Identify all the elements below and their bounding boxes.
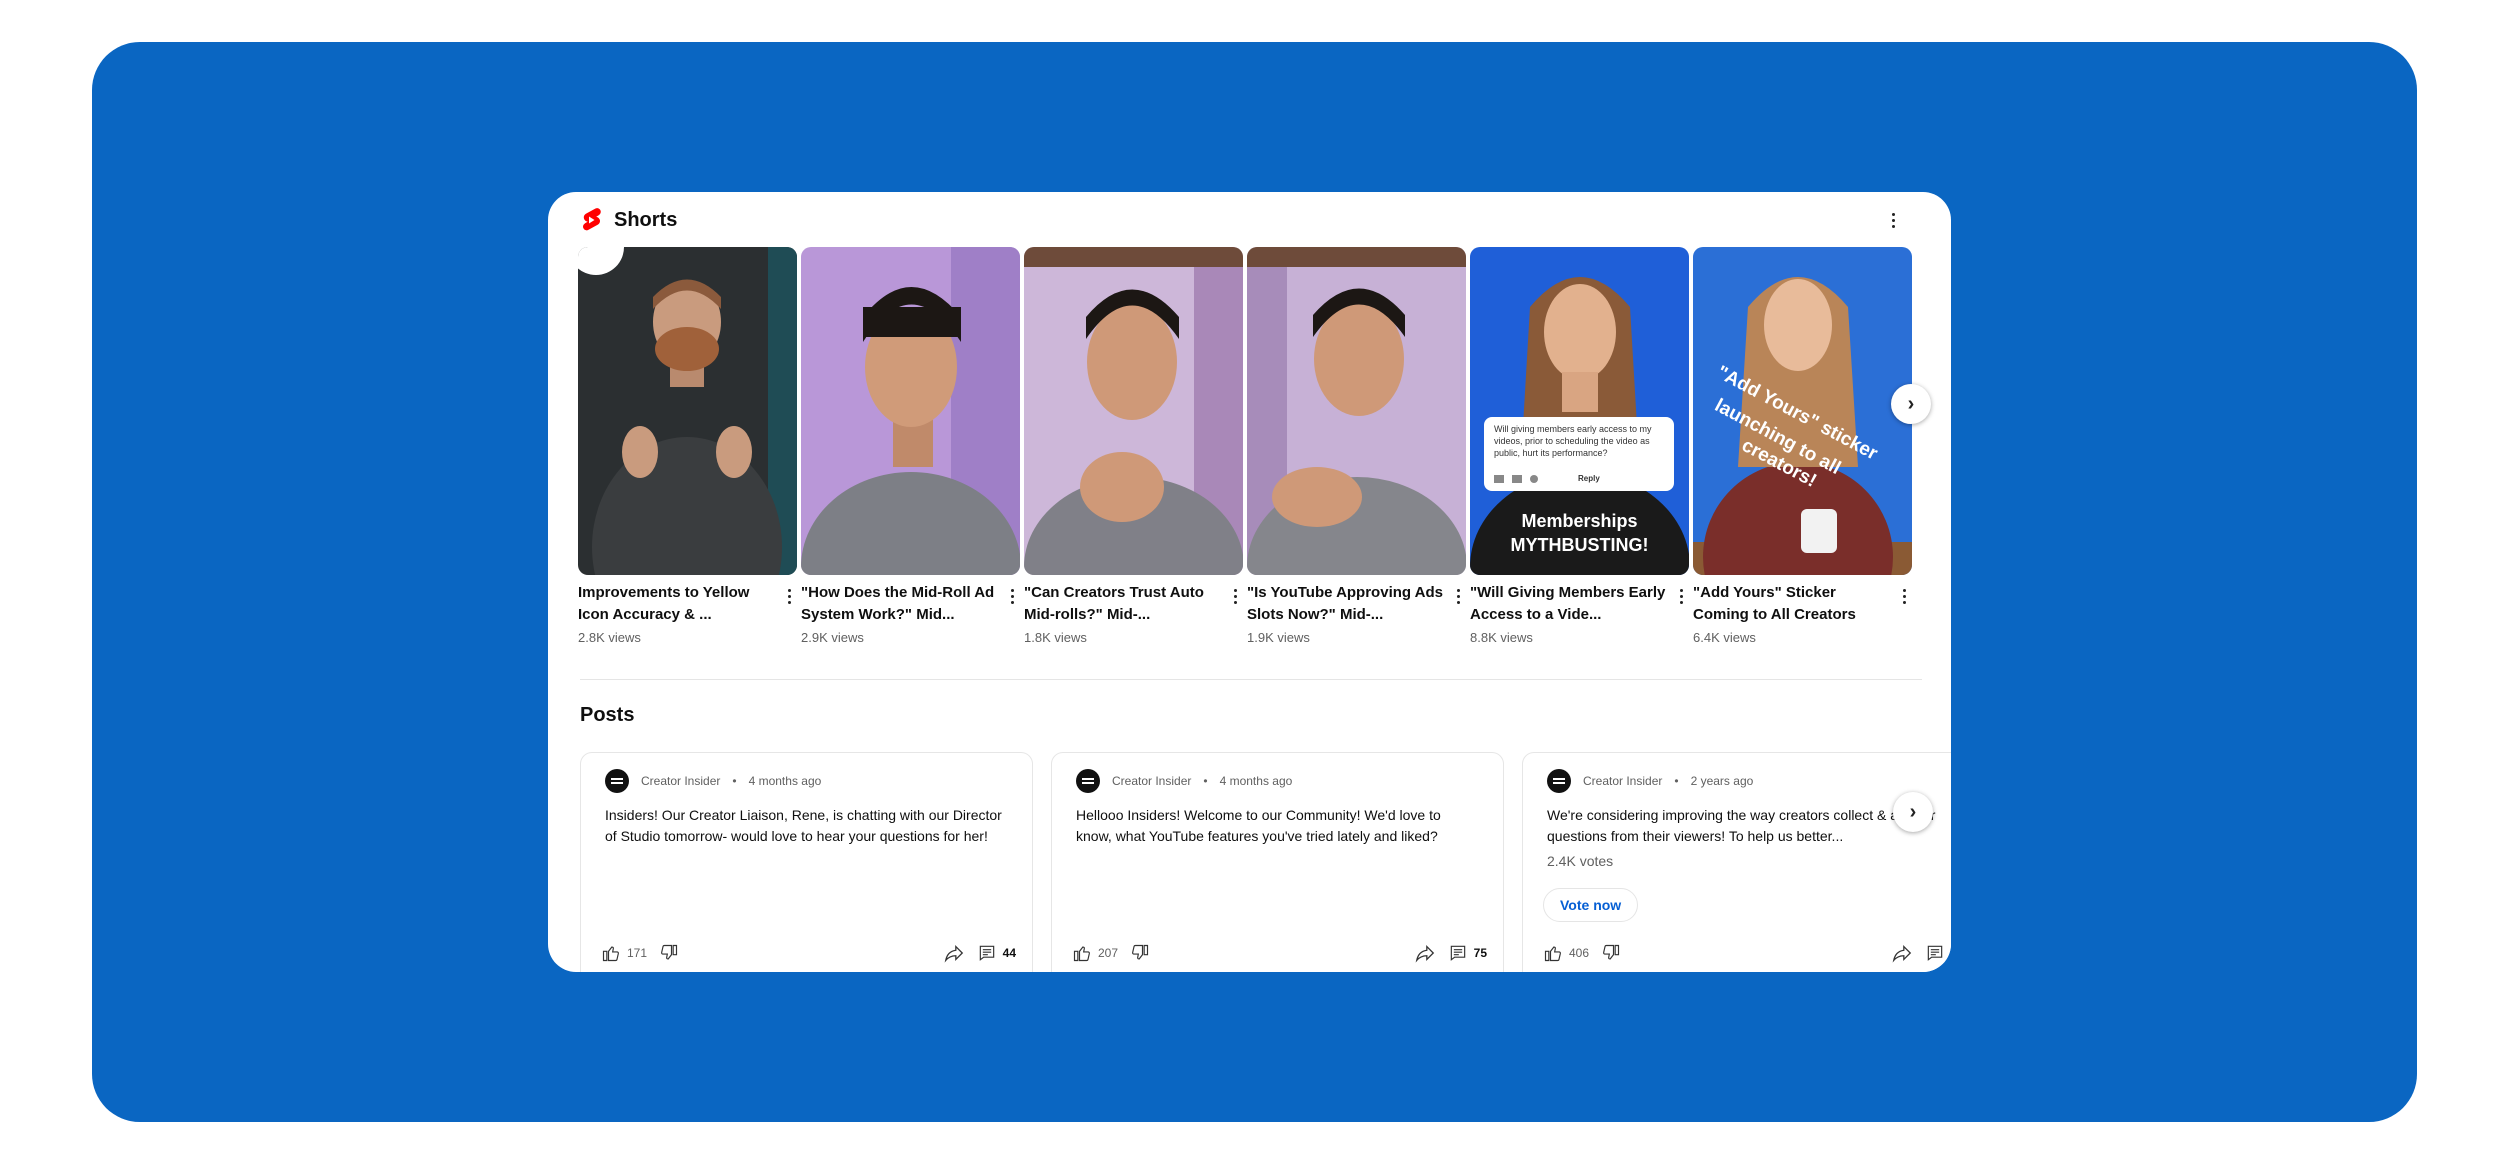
comment-icon: [979, 945, 994, 961]
short-item[interactable]: Will giving members early access to my v…: [1470, 247, 1689, 667]
short-title[interactable]: "Add Yours" Sticker Coming to All Creato…: [1693, 582, 1912, 626]
short-thumbnail[interactable]: [1247, 247, 1466, 575]
short-thumbnail[interactable]: [801, 247, 1020, 575]
post-channel-name[interactable]: Creator Insider: [1112, 774, 1191, 788]
short-views: 8.8K views: [1470, 630, 1533, 645]
thumbs-down-icon: [1132, 944, 1149, 960]
post-card[interactable]: Creator Insider • 4 months ago Insiders!…: [580, 752, 1033, 972]
posts-section-title: Posts: [580, 704, 635, 726]
poll-vote-count: 2.4K votes: [1547, 853, 1614, 869]
post-text: Hellooo Insiders! Welcome to our Communi…: [1076, 807, 1441, 844]
short-overlay-caption-line1: Memberships: [1521, 511, 1638, 531]
short-more-options-icon[interactable]: [1004, 586, 1020, 606]
post-channel-name[interactable]: Creator Insider: [641, 774, 720, 788]
post-meta-separator: •: [1674, 774, 1679, 788]
post-timestamp[interactable]: 4 months ago: [1220, 774, 1293, 788]
thumbs-down-icon: [1603, 944, 1620, 960]
short-views: 1.9K views: [1247, 630, 1310, 645]
comments-button[interactable]: 44: [977, 943, 1016, 963]
short-overlay-reply-label: Reply: [1578, 474, 1600, 483]
like-button[interactable]: 207: [1072, 943, 1118, 963]
short-title[interactable]: "Will Giving Members Early Access to a V…: [1470, 582, 1689, 626]
thumbs-up-icon: [1073, 946, 1090, 962]
short-more-options-icon[interactable]: [1673, 586, 1689, 606]
post-text: Insiders! Our Creator Liaison, Rene, is …: [605, 807, 1002, 844]
short-more-options-icon[interactable]: [1896, 586, 1912, 606]
short-overlay-caption-line2: MYTHBUSTING!: [1510, 535, 1649, 555]
post-timestamp[interactable]: 2 years ago: [1691, 774, 1754, 788]
short-overlay-bubble-icons: [1494, 475, 1538, 483]
post-meta-separator: •: [1203, 774, 1208, 788]
thumbs-down-icon: [661, 944, 678, 960]
short-item[interactable]: Improvements to Yellow Icon Accuracy & .…: [578, 247, 797, 667]
like-button[interactable]: 171: [601, 943, 647, 963]
share-icon: [944, 945, 963, 963]
shorts-next-button[interactable]: ›: [1891, 384, 1931, 424]
post-text: We're considering improving the way crea…: [1547, 807, 1936, 844]
like-count: 207: [1098, 946, 1119, 960]
short-title[interactable]: "Is YouTube Approving Ads Slots Now?" Mi…: [1247, 582, 1466, 626]
shorts-logo-icon: [583, 208, 601, 231]
channel-content-card: Shorts Improvements to Yellow Icon Accur…: [548, 192, 1951, 972]
short-title[interactable]: Improvements to Yellow Icon Accuracy & .…: [578, 582, 797, 626]
comment-count: 44: [1002, 946, 1016, 960]
like-count: 406: [1569, 946, 1590, 960]
share-button[interactable]: [1891, 942, 1913, 964]
channel-avatar[interactable]: [1076, 769, 1100, 793]
short-thumbnail[interactable]: Will giving members early access to my v…: [1470, 247, 1689, 575]
short-item[interactable]: "Can Creators Trust Auto Mid-rolls?" Mid…: [1024, 247, 1243, 667]
thumbs-up-icon: [602, 946, 619, 962]
short-thumbnail[interactable]: [578, 247, 797, 575]
short-overlay-bubble-text: Will giving members early access to my v…: [1494, 424, 1652, 458]
dislike-button[interactable]: [659, 943, 679, 963]
comment-count: 75: [1473, 946, 1487, 960]
thumbs-up-icon: [1544, 946, 1561, 962]
comment-icon: [1450, 945, 1465, 961]
like-count: 171: [627, 946, 648, 960]
comments-button[interactable]: 75: [1448, 943, 1487, 963]
post-timestamp[interactable]: 4 months ago: [749, 774, 822, 788]
short-item[interactable]: "Is YouTube Approving Ads Slots Now?" Mi…: [1247, 247, 1466, 667]
short-item[interactable]: "How Does the Mid-Roll Ad System Work?" …: [801, 247, 1020, 667]
post-channel-name[interactable]: Creator Insider: [1583, 774, 1662, 788]
posts-next-button[interactable]: ›: [1893, 792, 1933, 832]
vote-now-button[interactable]: Vote now: [1543, 888, 1639, 922]
short-thumbnail[interactable]: "Add Yours" sticker launching to all cre…: [1693, 247, 1912, 575]
posts-shelf: Creator Insider • 4 months ago Insiders!…: [580, 752, 1951, 972]
comment-icon: [1928, 945, 1943, 961]
post-card[interactable]: Creator Insider • 2 years ago We're cons…: [1522, 752, 1951, 972]
shorts-section-header: Shorts: [580, 200, 677, 240]
channel-avatar[interactable]: [605, 769, 629, 793]
short-title[interactable]: "How Does the Mid-Roll Ad System Work?" …: [801, 582, 1020, 626]
short-item[interactable]: "Add Yours" sticker launching to all cre…: [1693, 247, 1912, 667]
short-thumbnail[interactable]: [1024, 247, 1243, 575]
short-views: 2.9K views: [801, 630, 864, 645]
dislike-button[interactable]: [1601, 943, 1621, 963]
share-button[interactable]: [1414, 942, 1436, 964]
like-button[interactable]: 406: [1543, 943, 1589, 963]
share-icon: [1415, 945, 1434, 963]
comments-button[interactable]: 8: [1925, 943, 1951, 963]
short-more-options-icon[interactable]: [781, 586, 797, 606]
shorts-shelf: Improvements to Yellow Icon Accuracy & .…: [578, 247, 1923, 667]
channel-avatar[interactable]: [1547, 769, 1571, 793]
short-more-options-icon[interactable]: [1227, 586, 1243, 606]
short-more-options-icon[interactable]: [1450, 586, 1466, 606]
share-button[interactable]: [943, 942, 965, 964]
short-title[interactable]: "Can Creators Trust Auto Mid-rolls?" Mid…: [1024, 582, 1243, 626]
short-views: 2.8K views: [578, 630, 641, 645]
share-icon: [1892, 945, 1912, 963]
section-divider: [580, 679, 1922, 680]
dislike-button[interactable]: [1130, 943, 1150, 963]
chevron-right-icon: ›: [1909, 800, 1917, 823]
shorts-title: Shorts: [614, 208, 678, 231]
post-card[interactable]: Creator Insider • 4 months ago Hellooo I…: [1051, 752, 1504, 972]
post-meta-separator: •: [732, 774, 737, 788]
short-views: 6.4K views: [1693, 630, 1756, 645]
short-views: 1.8K views: [1024, 630, 1087, 645]
shorts-more-options-icon[interactable]: [1881, 200, 1905, 240]
chevron-right-icon: ›: [1907, 392, 1915, 415]
